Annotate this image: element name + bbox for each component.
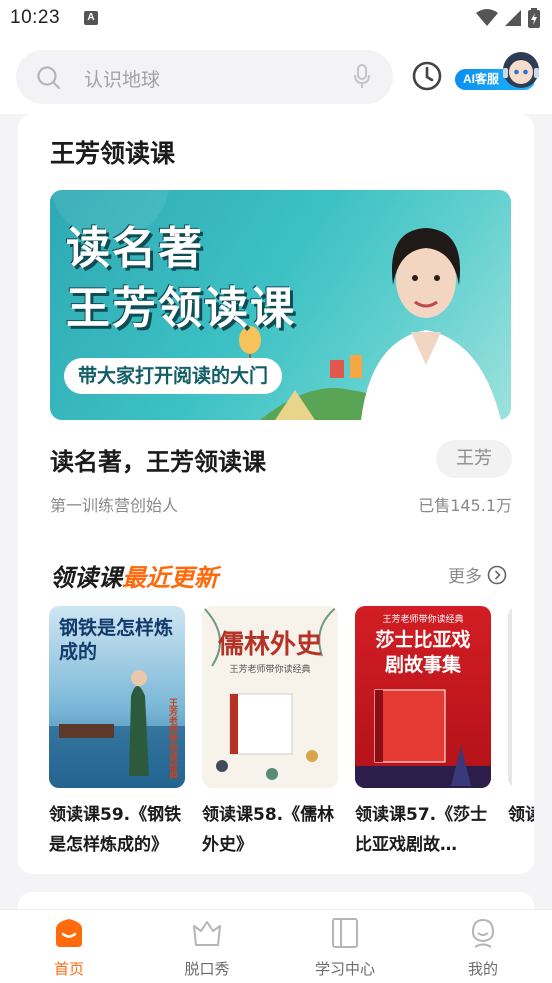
- book-cover: 钢铁是怎样炼成的 王芳老师带你读经典: [49, 606, 185, 788]
- book-cover: [508, 606, 534, 788]
- nav-profile-label: 我的: [467, 960, 498, 978]
- system-icons: [476, 8, 540, 28]
- featured-banner[interactable]: 读名著 王芳领读课 带大家打开阅读的大门: [50, 190, 511, 420]
- recent-title-part2: 最近更新: [122, 564, 218, 592]
- book-card[interactable]: 领读课…: [508, 606, 534, 830]
- microphone-icon[interactable]: [353, 64, 371, 90]
- status-bar: 10:23 A: [0, 0, 552, 38]
- teacher-photo: [361, 228, 501, 420]
- status-time: 10:23: [10, 7, 61, 28]
- banner-subtitle: 带大家打开阅读的大门: [64, 358, 283, 394]
- ai-service-button[interactable]: AI客服: [455, 50, 543, 96]
- more-label: 更多: [448, 567, 482, 587]
- course-title[interactable]: 读名著，王芳领读课: [50, 442, 266, 477]
- book-title: 领读课…: [508, 805, 534, 825]
- book-cover: 王芳老师带你读经典 莎士比亚戏剧故事集: [355, 606, 491, 788]
- cover-subtitle: 王芳老师带你读经典: [229, 665, 311, 675]
- top-header: 认识地球 AI客服: [0, 38, 552, 114]
- recent-updates-title: 领读课最近更新: [50, 558, 218, 593]
- book-card[interactable]: 儒林外史 王芳老师带你读经典 领读课58.《儒林外史》: [202, 606, 338, 860]
- more-link[interactable]: 更多: [448, 562, 507, 587]
- book-title: 领读课59.《钢铁是怎样炼成的》: [49, 805, 182, 855]
- teacher-tag[interactable]: 王芳: [436, 440, 512, 478]
- search-icon: [37, 66, 61, 90]
- nav-profile[interactable]: 我的: [433, 916, 533, 979]
- nav-learning-center[interactable]: 学习中心: [295, 916, 395, 979]
- nav-talk-show-label: 脱口秀: [184, 960, 230, 978]
- nav-home-label: 首页: [53, 960, 84, 978]
- search-bar[interactable]: 认识地球: [16, 50, 393, 104]
- bottom-navigation: 首页 脱口秀 学习中心 我的: [0, 909, 552, 983]
- reading-course-card: 王芳领读课 读名著 王芳领读课 带大家打开阅读的大门 读名著，王芳领读课 王芳 …: [18, 114, 534, 874]
- search-input[interactable]: 认识地球: [84, 65, 160, 92]
- cover-illustration: [49, 670, 185, 788]
- book-icon: [332, 918, 358, 948]
- notification-icon: A: [84, 11, 98, 25]
- signal-icon: [505, 10, 521, 26]
- banner-headline-2: 王芳领读课: [66, 283, 296, 334]
- wifi-icon: [476, 9, 498, 26]
- chevron-right-circle-icon: [487, 565, 507, 584]
- crown-icon: [193, 921, 221, 946]
- cover-illustration: [355, 689, 491, 788]
- nav-learning-center-label: 学习中心: [314, 960, 375, 978]
- banner-headline-1: 读名著: [66, 223, 204, 274]
- book-card[interactable]: 钢铁是怎样炼成的 王芳老师带你读经典 领读课59.《钢铁是怎样炼成的》: [49, 606, 185, 860]
- sold-count: 已售145.1万: [418, 496, 512, 515]
- section-title: 王芳领读课: [50, 139, 176, 168]
- book-card[interactable]: 王芳老师带你读经典 莎士比亚戏剧故事集 领读课57.《莎士比亚戏剧故…: [355, 606, 491, 860]
- book-title: 领读课57.《莎士比亚戏剧故…: [355, 805, 488, 855]
- ai-assistant-avatar: [503, 52, 539, 88]
- recent-title-part1: 领读课: [50, 564, 122, 592]
- course-subtitle: 第一训练营创始人: [50, 496, 179, 515]
- history-clock-icon[interactable]: [411, 60, 443, 92]
- home-icon: [56, 919, 82, 947]
- nav-talk-show[interactable]: 脱口秀: [157, 916, 257, 979]
- cover-title: 儒林外史: [217, 630, 322, 660]
- book-cover: 儒林外史 王芳老师带你读经典: [202, 606, 338, 788]
- battery-icon: [528, 8, 540, 28]
- cover-side-text: 王芳老师带你读经典: [167, 698, 177, 779]
- book-title: 领读课58.《儒林外史》: [202, 805, 335, 855]
- profile-icon: [471, 918, 495, 948]
- nav-home[interactable]: 首页: [19, 916, 119, 979]
